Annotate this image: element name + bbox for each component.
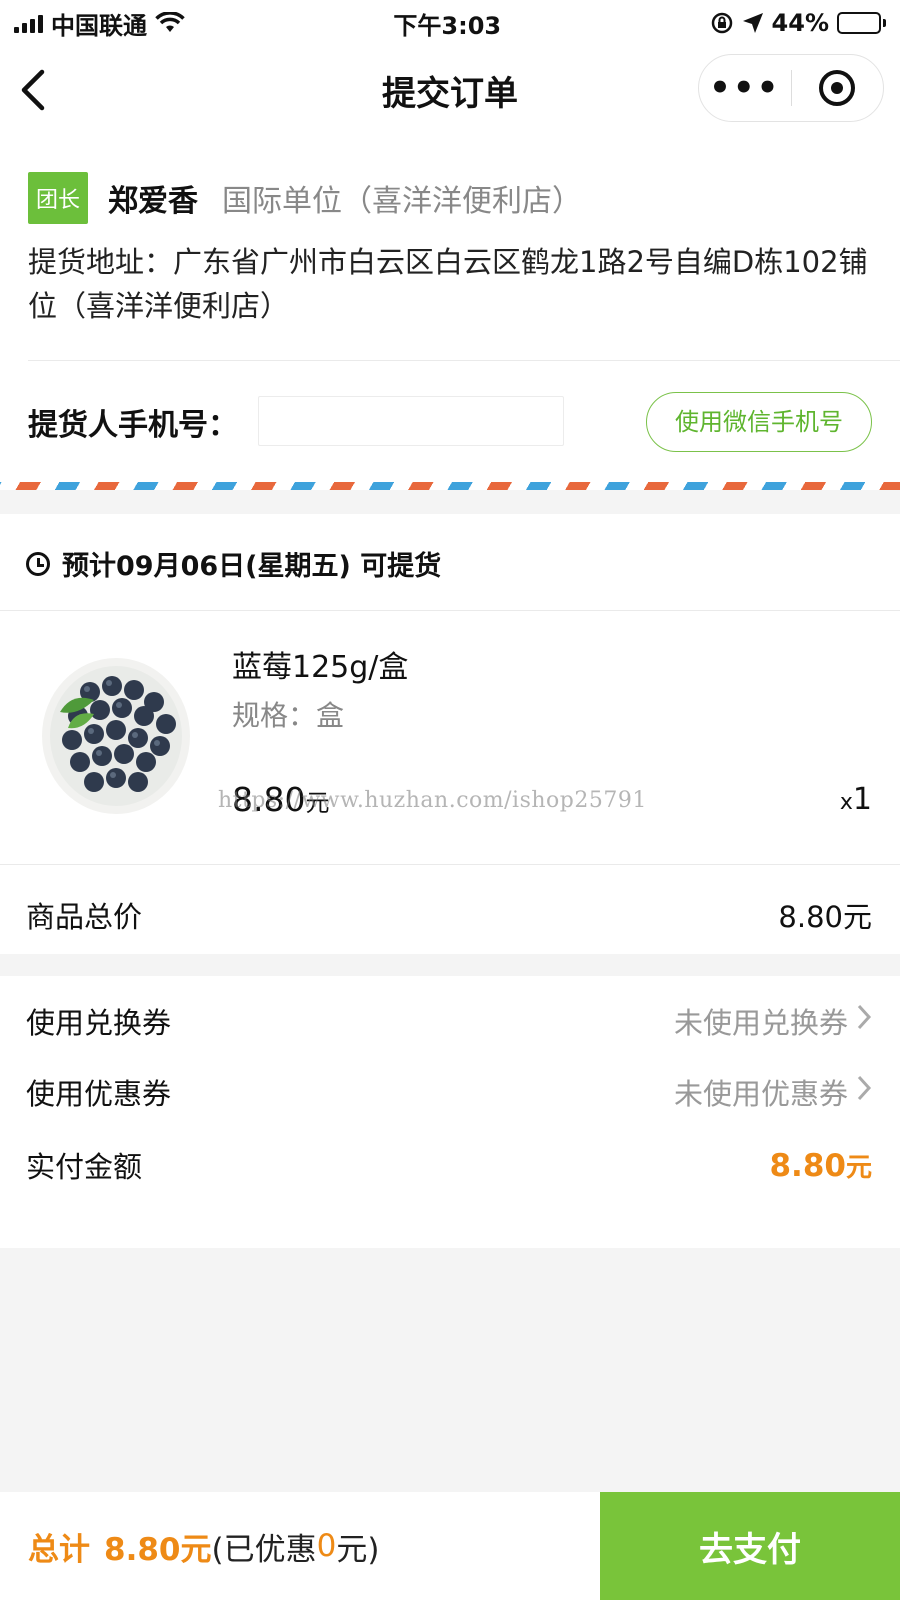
product-spec: 规格：盒: [232, 699, 345, 732]
rotation-lock-icon: [711, 12, 732, 34]
pay-button[interactable]: 去支付: [600, 1492, 900, 1600]
total-summary: 总计 8.80元 (已优惠 0 元): [0, 1492, 600, 1600]
paid-amount-unit: 元: [845, 1152, 872, 1183]
coupon-section: 使用兑换券 未使用兑换券 使用优惠券 未使用优惠券 实付金额 8.80元: [0, 976, 900, 1248]
status-right: 44%: [710, 9, 886, 37]
chevron-right-icon: [856, 1003, 872, 1039]
battery-percent: 44%: [771, 9, 829, 37]
blueberry-product-image: [42, 658, 190, 814]
discount-prefix: (已优惠: [211, 1531, 317, 1568]
location-arrow-icon: [742, 13, 763, 33]
quantity-prefix: x: [839, 790, 853, 815]
leader-badge: 团长: [28, 172, 89, 224]
leader-name: 郑爱香: [108, 184, 199, 219]
carrier-label: 中国联通: [51, 11, 147, 40]
clock-icon: [26, 551, 50, 576]
leader-store: 国际单位（喜洋洋便利店）: [222, 184, 583, 219]
status-bar: 中国联通 下午3:03 44%: [0, 0, 900, 46]
nav-bar: 提交订单 •••: [0, 46, 900, 132]
airmail-stripe: [0, 482, 900, 490]
use-wechat-phone-button[interactable]: 使用微信手机号: [646, 392, 872, 452]
discount-coupon-status: 未使用优惠券: [673, 1077, 848, 1111]
discount-amount: 0: [316, 1528, 337, 1564]
battery-icon: [837, 12, 886, 34]
paid-amount-number: 8.80: [769, 1147, 846, 1184]
watermark-text: https://www.huzhan.com/ishop25791: [218, 788, 647, 813]
paid-amount-label: 实付金额: [26, 1150, 143, 1184]
exchange-coupon-value: 未使用兑换券: [674, 1000, 872, 1042]
pickup-section: 团长 郑爱香 国际单位（喜洋洋便利店） 提货地址：广东省广州市白云区白云区鹤龙1…: [0, 132, 900, 490]
discount-coupon-label: 使用优惠券: [26, 1077, 172, 1111]
quantity-value: 1: [852, 782, 872, 817]
discount-suffix: 元): [336, 1531, 380, 1568]
eta-row: 预计09月06日(星期五) 可提货: [26, 544, 441, 583]
paid-amount-row: 实付金额 8.80元: [26, 1140, 872, 1190]
total-amount: 8.80元: [104, 1531, 212, 1568]
checkout-bar: 总计 8.80元 (已优惠 0 元) 去支付: [0, 1492, 900, 1600]
close-miniprogram-icon[interactable]: [792, 70, 884, 106]
total-label: 总计: [28, 1531, 90, 1568]
divider: [0, 864, 900, 865]
leader-row: 团长 郑爱香 国际单位（喜洋洋便利店）: [28, 172, 582, 224]
divider: [0, 610, 900, 611]
clock-time: 下午3:03: [393, 11, 502, 40]
exchange-coupon-status: 未使用兑换券: [673, 1006, 848, 1040]
exchange-coupon-row[interactable]: 使用兑换券 未使用兑换券: [26, 996, 872, 1046]
discount-coupon-row[interactable]: 使用优惠券 未使用优惠券: [26, 1067, 872, 1117]
subtotal-value: 8.80元: [778, 900, 872, 934]
wifi-icon: [155, 12, 185, 32]
phone-label: 提货人手机号：: [28, 408, 238, 443]
divider: [28, 360, 900, 361]
pickup-address: 提货地址：广东省广州市白云区白云区鹤龙1路2号自编D栋102铺位（喜洋洋便利店）: [28, 245, 868, 323]
discount-coupon-value: 未使用优惠券: [674, 1071, 872, 1113]
product-quantity: x1: [840, 782, 872, 817]
chevron-right-icon: [856, 1074, 872, 1110]
miniprogram-capsule: •••: [698, 54, 884, 122]
exchange-coupon-label: 使用兑换券: [26, 1006, 172, 1040]
signal-icon: [14, 13, 43, 33]
status-left: 中国联通: [14, 6, 185, 41]
paid-amount-value: 8.80元: [769, 1147, 872, 1184]
goods-section: 预计09月06日(星期五) 可提货 蓝莓125g/盒 规格：盒 8.80元 ht…: [0, 514, 900, 954]
product-name: 蓝莓125g/盒: [232, 650, 409, 685]
eta-text: 预计09月06日(星期五) 可提货: [62, 551, 442, 582]
phone-input[interactable]: [258, 396, 564, 446]
subtotal-label: 商品总价: [26, 900, 143, 934]
more-icon[interactable]: •••: [699, 68, 791, 108]
